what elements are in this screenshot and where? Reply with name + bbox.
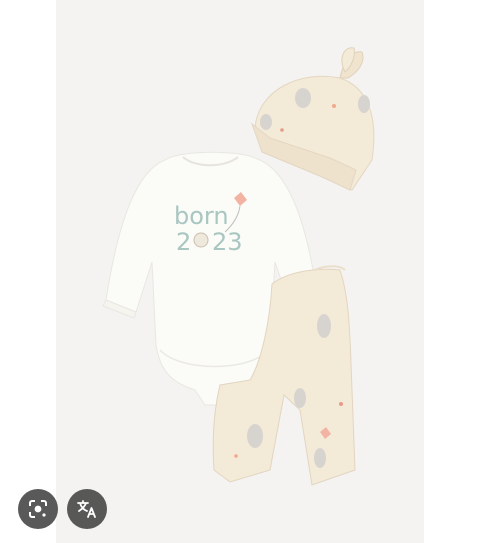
bodysuit-print-word: born [174,202,229,230]
translate-icon [77,500,96,518]
product-photo: born 2 23 [102,47,375,486]
image-frame: born 2 23 [0,0,480,543]
lens-button[interactable] [18,489,58,529]
bodysuit-print-year-left: 2 [176,228,191,256]
translate-button[interactable] [67,489,107,529]
lens-icon [29,500,47,518]
bodysuit-print-year-right: 23 [212,228,243,256]
